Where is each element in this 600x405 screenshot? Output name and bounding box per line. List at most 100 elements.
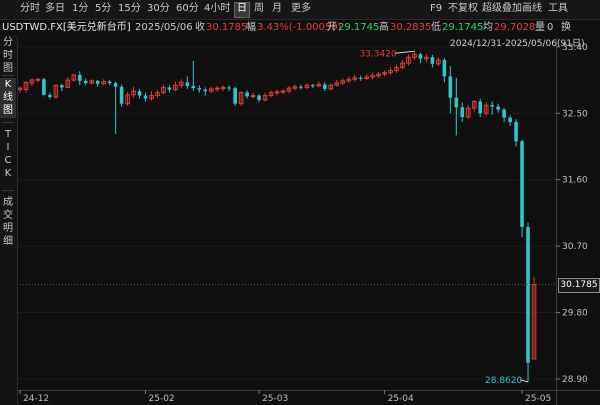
symbol-name: USDTWD.FX[美元兑新台币] <box>2 22 131 33</box>
tab-divider <box>2 190 14 191</box>
candle-body-down <box>60 85 64 88</box>
avg-value: 29.7028 <box>494 22 536 33</box>
tab-trade-detail[interactable]: 成交明细 <box>0 196 16 250</box>
candle-body-down <box>48 94 52 98</box>
period-toolbar: 分时 多日 1分 5分 15分 30分 60分 4小时 日 周 月 更多 F9 … <box>0 0 600 20</box>
period-tab[interactable]: 5分 <box>93 2 113 16</box>
candle-body-down <box>185 82 190 86</box>
candle-body-down <box>502 109 506 118</box>
open-label: 开 <box>327 22 337 33</box>
period-tab[interactable]: 1分 <box>70 2 90 16</box>
avg-label: 均 <box>483 22 493 33</box>
tab-tick[interactable]: TICK <box>0 128 16 182</box>
quote-date: 2025/05/06 <box>135 22 193 33</box>
tab-tick-letter: C <box>4 155 12 166</box>
min-price-label: 28.8620 <box>485 376 522 386</box>
low-label: 低 <box>431 22 441 33</box>
candle-body-down <box>514 122 518 142</box>
view-side-tabs: 分时图 K线图 TICK 成交明细 <box>0 36 18 405</box>
max-price-label: 33.3420 <box>359 49 396 59</box>
candle-body-down <box>137 91 142 96</box>
x-tick-label: 24-12 <box>23 394 49 404</box>
candle-body-down <box>311 85 315 87</box>
period-tab[interactable]: 15分 <box>116 2 143 16</box>
period-tab[interactable]: 60分 <box>174 2 201 16</box>
overlay-button[interactable]: 超级叠加 <box>482 2 522 16</box>
candle-body-down <box>167 87 172 90</box>
candle-body-down <box>119 86 124 104</box>
last-price-label: 30.1785 <box>558 277 600 293</box>
period-tab[interactable]: 4小时 <box>202 2 232 16</box>
f9-button[interactable]: F9 <box>430 2 442 16</box>
x-tick-label: 25-02 <box>149 394 175 404</box>
y-tick-label: 28.90 <box>562 375 588 385</box>
candle-body-down <box>83 80 88 84</box>
candle-body-down <box>143 95 148 99</box>
candle-body-down <box>113 83 118 87</box>
candle-body-up <box>220 86 226 89</box>
candle-body-up <box>280 90 286 93</box>
period-tab[interactable]: 多日 <box>43 2 67 16</box>
candle-body-down <box>478 101 483 114</box>
candle-body-down <box>299 86 303 88</box>
volume-value: 0 <box>547 22 554 33</box>
x-tick-label: 25-05 <box>525 394 551 404</box>
plot-area <box>17 38 556 390</box>
candle-body-down <box>191 85 196 89</box>
candle-body-down <box>42 79 46 95</box>
tab-divider <box>2 75 14 76</box>
candle-body-down <box>490 105 494 107</box>
open-value: 29.1745 <box>338 22 380 33</box>
candle-body-up <box>35 78 41 81</box>
y-tick-label: 29.80 <box>562 309 588 319</box>
candle-body-down <box>526 226 530 363</box>
candle-body-down <box>508 117 512 123</box>
kline-chart[interactable]: 33.4032.5031.6030.7029.8028.9024-12 25-02… <box>0 0 600 405</box>
period-tab[interactable]: 分时 <box>18 2 42 16</box>
switch-button[interactable]: 换 <box>561 21 571 34</box>
candle-body-down <box>454 97 459 108</box>
candle-body-down <box>197 88 202 90</box>
candle-body-down <box>245 92 249 97</box>
y-tick-label: 31.60 <box>562 176 588 186</box>
candle-body-down <box>233 88 237 104</box>
candle-body-down <box>227 87 231 89</box>
candle-body-down <box>418 54 423 59</box>
candle-body-down <box>77 74 82 81</box>
x-tick-label: 25-04 <box>388 394 414 404</box>
period-tab-active[interactable]: 日 <box>234 2 250 18</box>
adjust-button[interactable]: 不复权 <box>448 2 478 16</box>
volume-label: 量 <box>535 22 545 33</box>
candle-body-down <box>203 89 208 92</box>
date-range-label: 2024/12/31-2025/05/06(91日) <box>450 39 585 49</box>
period-tab[interactable]: 更多 <box>289 2 313 16</box>
tools-button[interactable]: 工具 <box>548 2 568 16</box>
candle-body-down <box>442 60 447 77</box>
tab-divider <box>2 122 14 123</box>
high-value: 30.2835 <box>390 22 432 33</box>
candle-body-down <box>448 76 453 98</box>
candle-body-down <box>520 141 524 227</box>
candle-body-up <box>250 95 256 98</box>
tab-kline[interactable]: K线图 <box>0 78 16 118</box>
quote-info-bar: USDTWD.FX[美元兑新台币] 2025/05/06 收 30.1785 幅… <box>0 19 600 36</box>
tab-tick-letter: K <box>4 168 12 179</box>
close-label: 收 <box>195 22 205 33</box>
candle-body-down <box>107 81 112 84</box>
x-tick-label: 25-03 <box>262 394 288 404</box>
close-value: 30.1785 <box>206 22 248 33</box>
candle-body-up <box>274 91 280 94</box>
candle-body-down <box>460 107 465 117</box>
tab-tick-letter: T <box>4 129 12 140</box>
period-tab[interactable]: 月 <box>270 2 284 16</box>
period-tab[interactable]: 周 <box>252 2 266 16</box>
high-label: 高 <box>379 22 389 33</box>
tab-tick-letter: I <box>6 142 10 153</box>
y-tick-label: 30.70 <box>562 242 588 252</box>
draw-button[interactable]: 画线 <box>522 2 542 16</box>
tab-timeshare[interactable]: 分时图 <box>0 36 16 74</box>
app-window: 33.40 32.50 31.60 30.70 29.80 28.90 24-12 25-02… <box>0 0 600 405</box>
candle-body-down <box>257 95 261 100</box>
period-tab[interactable]: 30分 <box>145 2 172 16</box>
candle-body-down <box>496 106 500 110</box>
